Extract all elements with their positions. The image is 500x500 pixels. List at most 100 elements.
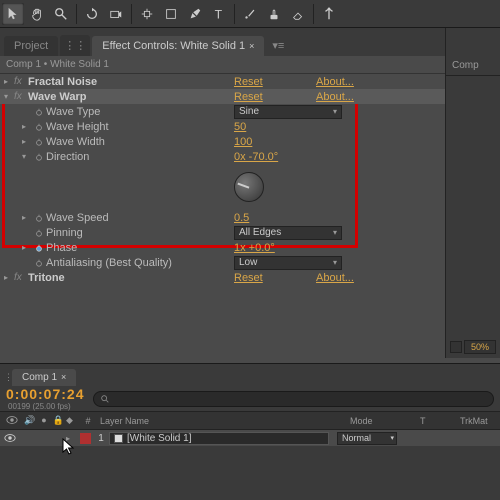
- direction-dial[interactable]: [234, 172, 264, 202]
- wave-type-dropdown[interactable]: Sine: [234, 105, 342, 119]
- pan-behind-tool[interactable]: [136, 3, 158, 25]
- zoom-tool[interactable]: [50, 3, 72, 25]
- twirl-icon[interactable]: ▸: [22, 137, 32, 146]
- layer-color-swatch[interactable]: [80, 433, 91, 444]
- effect-fractal-noise[interactable]: ▸ fx Fractal Noise Reset About...: [0, 74, 445, 89]
- antialiasing-dropdown[interactable]: Low: [234, 256, 342, 270]
- dropdown-value: All Edges: [239, 227, 281, 238]
- tab-close-icon[interactable]: ×: [61, 372, 66, 382]
- zoom-value[interactable]: 50%: [464, 340, 496, 354]
- right-panel: Comp 50%: [445, 28, 500, 358]
- prop-label: Pinning: [46, 227, 83, 239]
- twirl-icon[interactable]: ▸: [22, 213, 32, 222]
- col-layername: Layer Name: [96, 416, 350, 426]
- panel-tabs: Project ⋮⋮ Effect Controls: White Solid …: [0, 28, 445, 56]
- prop-label: Wave Width: [46, 136, 105, 148]
- camera-tool[interactable]: [105, 3, 127, 25]
- prop-label: Antialiasing (Best Quality): [46, 257, 172, 269]
- wave-height-value[interactable]: 50: [234, 121, 246, 133]
- current-timecode[interactable]: 0:00:07:24: [6, 386, 85, 402]
- toolbar-separator: [234, 4, 235, 24]
- reset-link[interactable]: Reset: [234, 91, 263, 103]
- pen-tool[interactable]: [184, 3, 206, 25]
- dropdown-value: Normal: [342, 433, 371, 443]
- mask-tool[interactable]: [160, 3, 182, 25]
- stopwatch-icon[interactable]: [32, 259, 46, 267]
- phase-value[interactable]: 1x +0.0°: [234, 242, 275, 254]
- top-toolbar: T: [0, 0, 500, 28]
- timeline-search[interactable]: [93, 391, 495, 407]
- puppet-tool[interactable]: [318, 3, 340, 25]
- twirl-icon[interactable]: ▸: [4, 273, 14, 282]
- stopwatch-icon[interactable]: [32, 108, 46, 116]
- rotation-tool[interactable]: [81, 3, 103, 25]
- about-link[interactable]: About...: [316, 76, 354, 88]
- blend-mode-dropdown[interactable]: Normal: [337, 432, 397, 445]
- tab-close-icon[interactable]: ×: [249, 41, 254, 51]
- lock-icon[interactable]: 🔒: [53, 415, 64, 426]
- effect-controls-body: ▸ fx Fractal Noise Reset About... ▾ fx W…: [0, 74, 445, 285]
- reset-link[interactable]: Reset: [234, 76, 263, 88]
- grip-icon[interactable]: ⋮⋮: [60, 35, 90, 56]
- about-link[interactable]: About...: [316, 91, 354, 103]
- pinning-dropdown[interactable]: All Edges: [234, 226, 342, 240]
- effect-wave-warp[interactable]: ▾ fx Wave Warp Reset About...: [0, 89, 445, 104]
- comp1-tab[interactable]: Comp 1×: [12, 369, 76, 386]
- twirl-icon[interactable]: ▾: [22, 152, 32, 161]
- zoom-grid-icon[interactable]: [450, 341, 462, 353]
- grip-icon[interactable]: ⋮⋮: [4, 372, 12, 386]
- effect-name: Fractal Noise: [28, 76, 97, 88]
- prop-label: Wave Speed: [46, 212, 109, 224]
- prop-antialiasing: Antialiasing (Best Quality) Low: [0, 255, 445, 270]
- twirl-icon[interactable]: ▸: [22, 243, 32, 252]
- stopwatch-icon[interactable]: [32, 229, 46, 237]
- selection-tool[interactable]: [2, 3, 24, 25]
- solo-icon[interactable]: ●: [41, 415, 46, 426]
- fx-badge-icon[interactable]: fx: [14, 76, 28, 87]
- hand-tool[interactable]: [26, 3, 48, 25]
- layer-row[interactable]: ▸ 1 [White Solid 1] Normal: [0, 430, 500, 446]
- type-tool[interactable]: T: [208, 3, 230, 25]
- eye-icon[interactable]: [6, 415, 18, 425]
- effect-tritone[interactable]: ▸ fx Tritone Reset About...: [0, 270, 445, 285]
- eraser-tool[interactable]: [287, 3, 309, 25]
- clone-tool[interactable]: [263, 3, 285, 25]
- prop-wave-speed: ▸ Wave Speed 0.5: [0, 210, 445, 225]
- stopwatch-icon[interactable]: [32, 123, 46, 131]
- search-icon: [100, 394, 110, 404]
- twirl-icon[interactable]: ▸: [4, 77, 14, 86]
- speaker-icon[interactable]: 🔊: [24, 415, 35, 426]
- about-link[interactable]: About...: [316, 272, 354, 284]
- eye-icon[interactable]: [4, 433, 16, 443]
- timeline-tabs: ⋮⋮ Comp 1×: [0, 364, 500, 386]
- effect-controls-tab[interactable]: Effect Controls: White Solid 1 ×: [92, 36, 264, 56]
- tab-menu-icon[interactable]: ▾≡: [266, 35, 290, 56]
- label-col-icon[interactable]: ◆: [66, 415, 80, 426]
- wave-speed-value[interactable]: 0.5: [234, 212, 249, 224]
- fx-badge-icon[interactable]: fx: [14, 272, 28, 283]
- direction-dial-row: [0, 164, 445, 210]
- timeline-panel: ⋮⋮ Comp 1× 0:00:07:24 00199 (25.00 fps) …: [0, 363, 500, 500]
- brush-tool[interactable]: [239, 3, 261, 25]
- layer-name-chip[interactable]: [White Solid 1]: [109, 432, 329, 445]
- prop-wave-height: ▸ Wave Height 50: [0, 119, 445, 134]
- stopwatch-active-icon[interactable]: [32, 244, 46, 252]
- twirl-icon[interactable]: ▸: [22, 122, 32, 131]
- prop-pinning: Pinning All Edges: [0, 225, 445, 240]
- stopwatch-icon[interactable]: [32, 153, 46, 161]
- twirl-icon[interactable]: ▾: [4, 92, 14, 101]
- effect-name: Wave Warp: [28, 91, 86, 103]
- prop-label: Wave Height: [46, 121, 109, 133]
- col-t: T: [420, 416, 460, 426]
- twirl-icon[interactable]: ▸: [66, 434, 70, 443]
- tab-label: Effect Controls: White Solid 1: [102, 40, 245, 52]
- stopwatch-icon[interactable]: [32, 214, 46, 222]
- col-mode: Mode: [350, 416, 420, 426]
- stopwatch-icon[interactable]: [32, 138, 46, 146]
- fx-badge-icon[interactable]: fx: [14, 91, 28, 102]
- wave-width-value[interactable]: 100: [234, 136, 252, 148]
- comp-tab[interactable]: Comp: [446, 56, 500, 76]
- project-tab[interactable]: Project: [4, 36, 58, 56]
- reset-link[interactable]: Reset: [234, 272, 263, 284]
- direction-value[interactable]: 0x -70.0°: [234, 151, 278, 163]
